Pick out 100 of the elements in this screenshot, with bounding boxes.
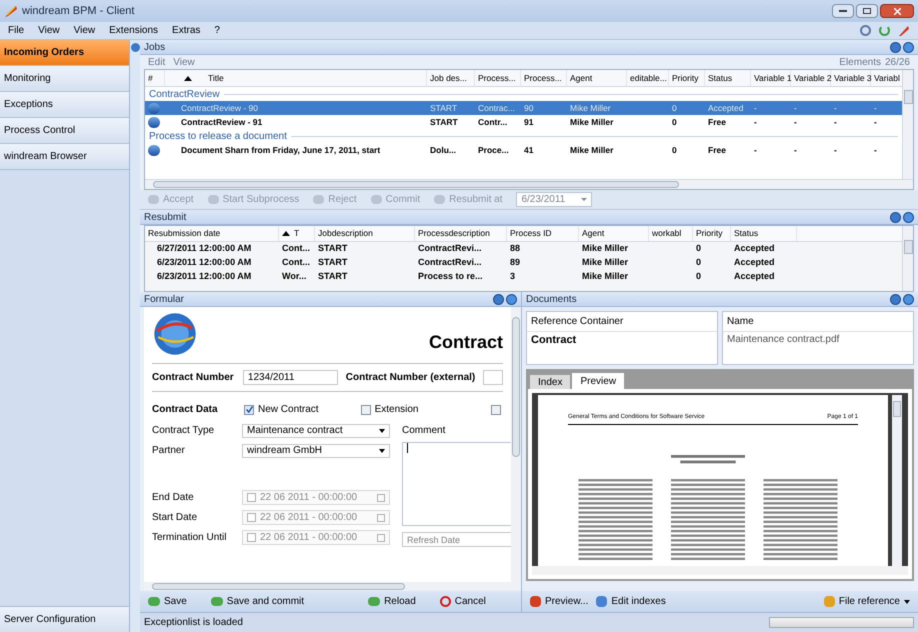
vertical-scrollbar[interactable] xyxy=(902,226,913,291)
table-cell: 0 xyxy=(696,271,702,282)
column-header[interactable]: T xyxy=(279,226,315,241)
sidebar-item[interactable]: Server Configuration xyxy=(0,606,129,632)
column-header[interactable]: Agent xyxy=(579,226,649,241)
tab[interactable]: Preview xyxy=(572,373,624,389)
minimize-button[interactable] xyxy=(832,4,854,18)
calendar-icon xyxy=(377,514,385,522)
menu-item[interactable]: View xyxy=(173,54,195,70)
column-header[interactable]: Jobdescription xyxy=(315,226,415,241)
checkbox[interactable] xyxy=(247,493,256,502)
horizontal-scrollbar[interactable] xyxy=(144,582,521,591)
contract-number-field[interactable]: 1234/2011 xyxy=(242,370,338,385)
external-number-field[interactable] xyxy=(483,370,503,385)
document-button[interactable]: Preview... xyxy=(530,594,588,609)
column-header[interactable]: Process... xyxy=(475,70,521,86)
column-header[interactable]: Agent xyxy=(567,70,627,86)
globe-icon xyxy=(148,116,160,128)
column-header[interactable]: Variable 1 xyxy=(751,70,791,86)
checkbox[interactable] xyxy=(490,404,500,414)
column-header[interactable]: Variable 3 xyxy=(831,70,871,86)
column-header[interactable]: Title xyxy=(165,70,427,86)
elements-count: 26/26 xyxy=(884,56,910,70)
refresh-date-field[interactable]: Refresh Date xyxy=(402,532,511,547)
column-header[interactable]: Job des... xyxy=(427,70,475,86)
table-cell: 3 xyxy=(510,271,516,282)
job-row[interactable]: ContractReview - 91 START Contr... 91 Mike Miller 0 Free - - - - xyxy=(145,115,902,129)
table-cell: - xyxy=(874,116,877,128)
horizontal-scrollbar[interactable] xyxy=(145,179,913,189)
form-button[interactable]: Save xyxy=(148,594,187,609)
form-button[interactable]: Cancel xyxy=(440,594,486,609)
table-cell: Document Sharn from Friday, June 17, 2011, start xyxy=(181,144,380,156)
column-header[interactable]: Priority xyxy=(693,226,731,241)
table-cell: - xyxy=(874,102,877,114)
checkbox[interactable] xyxy=(360,404,371,414)
column-header[interactable]: editable... xyxy=(627,70,669,86)
sidebar-item[interactable]: windream Browser xyxy=(0,144,129,170)
close-button[interactable] xyxy=(880,4,914,18)
menu-item[interactable]: Edit xyxy=(148,54,166,70)
document-button[interactable]: File reference xyxy=(824,594,910,609)
table-cell: ContractRevi... xyxy=(418,243,482,254)
tab[interactable]: Index xyxy=(530,375,570,389)
column-header[interactable]: # xyxy=(145,70,165,86)
form-button[interactable]: Save and commit xyxy=(210,594,304,609)
table-cell: - xyxy=(834,102,837,114)
status-text: Exceptionlist is loaded xyxy=(144,616,243,630)
checkbox[interactable] xyxy=(247,533,256,542)
table-cell: Cont... xyxy=(282,243,310,254)
vertical-scrollbar[interactable] xyxy=(511,307,521,582)
field-label: End Date xyxy=(152,491,195,505)
menu-item[interactable]: View xyxy=(38,23,60,38)
document-button[interactable]: Edit indexes xyxy=(596,594,666,609)
sort-arrow-icon xyxy=(282,231,290,236)
column-header[interactable]: Process ID xyxy=(507,226,579,241)
checkbox[interactable] xyxy=(247,513,256,522)
field-label: Start Date xyxy=(152,511,198,525)
table-cell: 41 xyxy=(524,144,534,156)
menu-item[interactable]: Extras xyxy=(172,23,200,38)
column-header[interactable]: Priority xyxy=(669,70,705,86)
column-header[interactable]: Processdescription xyxy=(415,226,507,241)
table-cell: Contr... xyxy=(478,116,508,128)
form-button[interactable]: Reload xyxy=(368,594,416,609)
date-picker[interactable]: 6/23/2011 xyxy=(516,192,592,207)
column-header[interactable]: workabl xyxy=(649,226,693,241)
column-header[interactable]: Process... xyxy=(521,70,567,86)
vertical-scrollbar[interactable] xyxy=(892,395,902,566)
column-header[interactable]: Status xyxy=(705,70,751,86)
table-cell: - xyxy=(794,116,797,128)
job-row[interactable]: ContractReview - 90 START Contrac... 90 Mike Miller 0 Accepted - - - - xyxy=(145,101,902,115)
checkbox[interactable] xyxy=(244,404,254,414)
table-cell: - xyxy=(754,144,757,156)
column-header[interactable]: Variable 2 xyxy=(791,70,831,86)
table-cell: - xyxy=(754,102,757,114)
table-cell: Cont... xyxy=(282,257,310,268)
contract-type-dropdown[interactable]: Maintenance contract xyxy=(242,424,390,438)
table-cell: START xyxy=(430,102,458,114)
close-icon xyxy=(894,8,900,14)
maximize-button[interactable] xyxy=(856,4,878,18)
column-header[interactable]: Resubmission date xyxy=(145,226,279,241)
sync-icon[interactable] xyxy=(879,25,890,36)
caret-icon xyxy=(581,198,588,201)
sidebar-item[interactable]: Incoming Orders xyxy=(0,40,129,66)
field-label: Termination Until xyxy=(152,531,228,545)
menu-item[interactable]: View xyxy=(74,23,96,38)
table-cell: Proce... xyxy=(478,144,509,156)
menu-item[interactable]: File xyxy=(8,23,24,38)
panel-title: Resubmit xyxy=(144,210,186,224)
horizontal-scrollbar[interactable] xyxy=(532,566,908,575)
menu-item[interactable]: Extensions xyxy=(109,23,158,38)
job-row[interactable]: Document Sharn from Friday, June 17, 2011, start Dolu... Proce... 41 Mike Miller 0 Free - - - - xyxy=(145,143,902,157)
feather-logo-icon xyxy=(4,4,18,18)
sidebar-item[interactable]: Process Control xyxy=(0,118,129,144)
partner-dropdown[interactable]: windream GmbH xyxy=(242,444,390,458)
table-cell: Accepted xyxy=(734,243,775,254)
column-header[interactable]: Status xyxy=(731,226,797,241)
menu-item[interactable]: ? xyxy=(214,23,220,38)
field-label: Contract Type xyxy=(152,424,216,438)
sidebar-item[interactable]: Exceptions xyxy=(0,92,129,118)
vertical-scrollbar[interactable] xyxy=(902,70,913,179)
sidebar-item[interactable]: Monitoring xyxy=(0,66,129,92)
